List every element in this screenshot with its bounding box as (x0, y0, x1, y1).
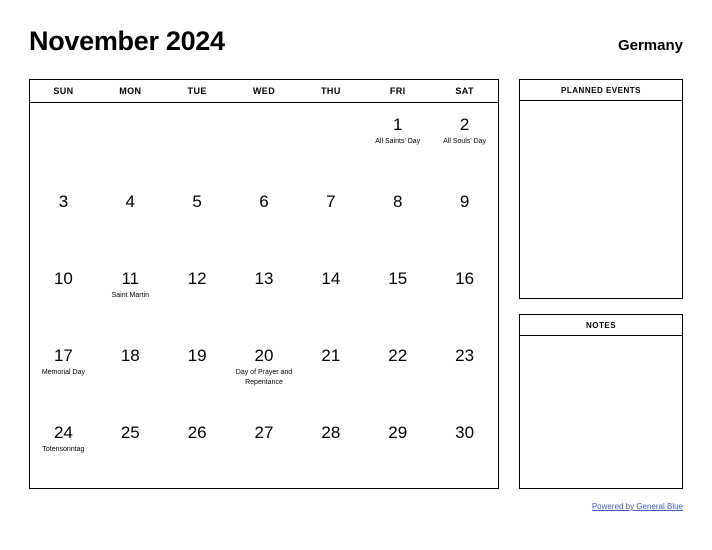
day-cell[interactable]: 11 Saint Martin (97, 257, 164, 334)
day-number: 9 (459, 192, 470, 211)
weekday-header-thu: THU (321, 86, 341, 96)
day-number: 16 (455, 269, 475, 288)
day-number: 30 (455, 423, 475, 442)
day-cell[interactable]: 30 (431, 411, 498, 488)
region-label: Germany (617, 37, 683, 54)
planned-events-panel: PLANNED EVENTS (519, 79, 683, 299)
day-cell[interactable]: 18 (97, 334, 164, 411)
day-cell[interactable]: 9 (431, 180, 498, 257)
page-title: November 2024 (29, 26, 225, 56)
notes-body[interactable] (520, 336, 682, 488)
day-number: 17 (53, 346, 73, 365)
weekday-header-sun: SUN (53, 86, 74, 96)
day-number: 15 (388, 269, 408, 288)
calendar-week-row: 1 All Saints' Day 2 All Souls' Day (30, 103, 498, 180)
notes-panel: NOTES (519, 314, 683, 489)
day-cell[interactable]: 20 Day of Prayer and Repentance (231, 334, 298, 411)
day-cell[interactable]: 17 Memorial Day (30, 334, 97, 411)
day-cell[interactable]: 29 (364, 411, 431, 488)
day-number: 6 (259, 192, 269, 211)
day-cell[interactable]: 1 All Saints' Day (364, 103, 431, 180)
day-number: 22 (388, 346, 408, 365)
day-number: 27 (254, 423, 274, 442)
day-number: 13 (254, 269, 274, 288)
day-cell[interactable]: 5 (164, 180, 231, 257)
day-number: 12 (187, 269, 207, 288)
day-cell-empty (97, 103, 164, 180)
day-event-label: Memorial Day (41, 368, 86, 376)
day-number: 7 (326, 192, 336, 211)
day-cell[interactable]: 4 (97, 180, 164, 257)
day-cell[interactable]: 6 (231, 180, 298, 257)
day-cell[interactable]: 26 (164, 411, 231, 488)
calendar-weeks: 1 All Saints' Day 2 All Souls' Day 3 4 5 6 7 8 9 10… (30, 103, 498, 488)
day-number: 20 (254, 346, 274, 365)
page-header: November 2024 Germany (29, 28, 683, 68)
day-cell-empty (297, 103, 364, 180)
day-event-label: Day of Prayer and Repentance (235, 368, 293, 386)
day-cell[interactable]: 19 (164, 334, 231, 411)
planned-events-body[interactable] (520, 101, 682, 298)
day-number: 18 (120, 346, 140, 365)
day-number: 24 (53, 423, 73, 442)
day-number: 28 (321, 423, 341, 442)
day-event-label: Saint Martin (111, 291, 149, 299)
day-cell-empty (30, 103, 97, 180)
day-cell[interactable]: 25 (97, 411, 164, 488)
day-number: 10 (53, 269, 73, 288)
calendar-week-row: 17 Memorial Day 18 19 20 Day of Prayer and Re… (30, 334, 498, 411)
calendar-week-row: 24 Totensonntag 25 26 27 28 29 30 (30, 411, 498, 488)
day-cell[interactable]: 8 (364, 180, 431, 257)
day-cell[interactable]: 21 (297, 334, 364, 411)
day-cell-empty (231, 103, 298, 180)
day-number: 5 (192, 192, 202, 211)
day-event-label: All Souls' Day (443, 137, 487, 145)
day-number: 1 (392, 115, 403, 134)
day-number: 11 (121, 269, 140, 288)
day-event-label: All Saints' Day (375, 137, 421, 145)
weekday-header-sat: SAT (455, 86, 474, 96)
weekday-header-wed: WED (252, 86, 276, 96)
day-cell[interactable]: 23 (431, 334, 498, 411)
weekday-header-row: SUN MON TUE WED THU FRI SAT (30, 80, 498, 103)
day-number: 29 (388, 423, 408, 442)
weekday-header-mon: MON (119, 86, 142, 96)
weekday-header-tue: TUE (187, 86, 207, 96)
day-event-label: Totensonntag (42, 445, 85, 453)
notes-title: NOTES (520, 315, 682, 336)
day-cell[interactable]: 2 All Souls' Day (431, 103, 498, 180)
day-cell[interactable]: 7 (297, 180, 364, 257)
day-cell[interactable]: 14 (297, 257, 364, 334)
day-cell-empty (164, 103, 231, 180)
day-number: 8 (392, 192, 403, 211)
day-cell[interactable]: 28 (297, 411, 364, 488)
powered-by-link[interactable]: Powered by General Blue (592, 502, 683, 511)
day-number: 26 (187, 423, 207, 442)
day-cell[interactable]: 3 (30, 180, 97, 257)
day-number: 14 (321, 269, 341, 288)
day-number: 4 (125, 192, 136, 211)
day-cell[interactable]: 24 Totensonntag (30, 411, 97, 488)
day-cell[interactable]: 15 (364, 257, 431, 334)
planned-events-title: PLANNED EVENTS (520, 80, 682, 101)
calendar-week-row: 3 4 5 6 7 8 9 (30, 180, 498, 257)
calendar-week-row: 10 11 Saint Martin 12 13 14 15 16 (30, 257, 498, 334)
calendar-grid: SUN MON TUE WED THU FRI SAT 1 All Saints' Day 2 A… (29, 79, 499, 489)
day-number: 25 (120, 423, 140, 442)
day-number: 2 (459, 115, 470, 134)
day-cell[interactable]: 16 (431, 257, 498, 334)
day-cell[interactable]: 27 (231, 411, 298, 488)
day-number: 3 (58, 192, 69, 211)
day-cell[interactable]: 12 (164, 257, 231, 334)
day-cell[interactable]: 13 (231, 257, 298, 334)
weekday-header-fri: FRI (389, 86, 406, 96)
day-number: 21 (321, 346, 341, 365)
day-number: 23 (455, 346, 475, 365)
day-number: 19 (187, 346, 207, 365)
day-cell[interactable]: 22 (364, 334, 431, 411)
day-cell[interactable]: 10 (30, 257, 97, 334)
footer: Powered by General Blue (519, 496, 683, 514)
